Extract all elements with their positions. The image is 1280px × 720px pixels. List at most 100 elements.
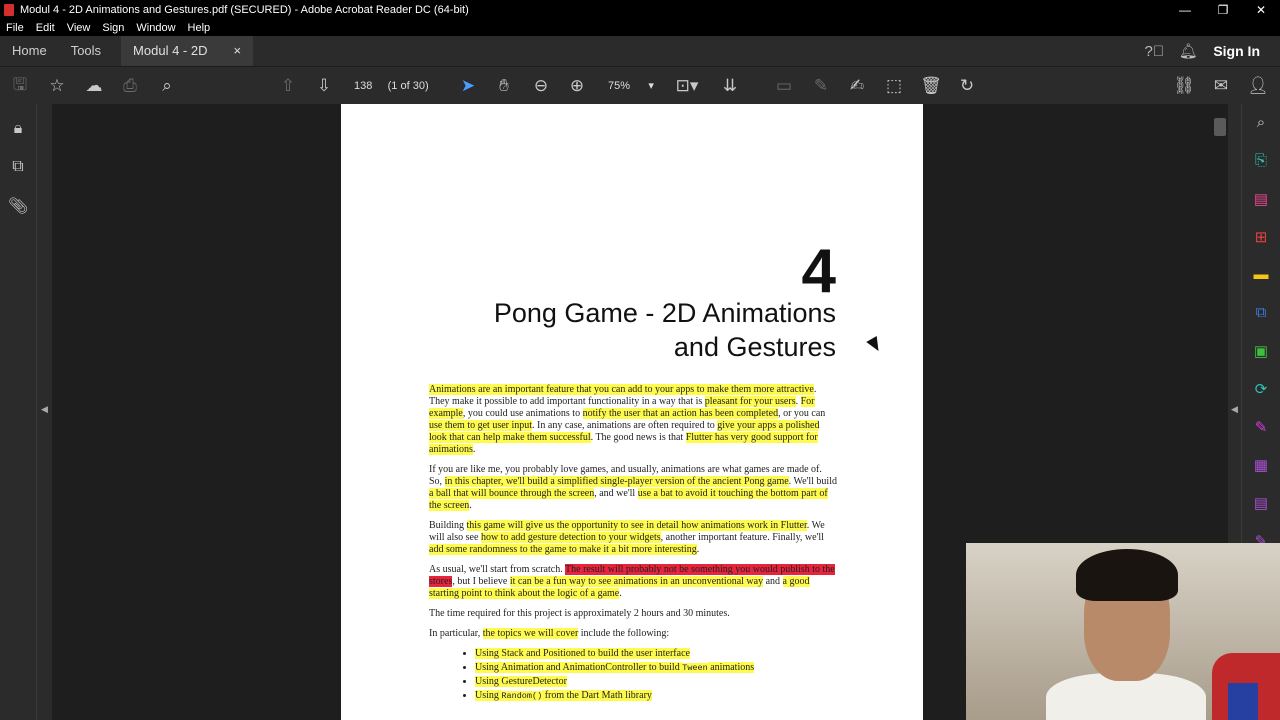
rotate-icon[interactable]: ↻ — [956, 67, 978, 105]
body-text: . The good news is that — [590, 432, 686, 443]
highlighted-text: a ball that will bounce through the scre… — [429, 488, 595, 499]
select-cursor-icon[interactable]: ➤ — [457, 67, 479, 105]
highlighted-text: use them to get user input — [429, 420, 533, 431]
page-number-field[interactable]: 138 (1 of 30) — [354, 67, 429, 105]
comment-note-icon[interactable]: ▭ — [773, 67, 795, 105]
menu-window[interactable]: Window — [136, 22, 175, 34]
body-text: In particular, — [429, 628, 483, 639]
page-number-value: 138 — [354, 80, 373, 92]
next-page-icon[interactable]: ⇩ — [313, 67, 335, 105]
body-text: and — [763, 576, 783, 587]
zoom-in-icon[interactable]: ⊕ — [566, 67, 588, 105]
body-text: . In any case, animations are often requ… — [532, 420, 718, 431]
tab-bar: Home Tools Modul 4 - 2D Anim... × ?⃝ 🔔︎ … — [0, 36, 1280, 88]
tab-document-label: Modul 4 - 2D Anim... — [133, 43, 208, 88]
print-icon[interactable]: ⎙ — [119, 67, 141, 105]
sign-in-button[interactable]: Sign In — [1213, 43, 1260, 59]
paragraph: Building this game will give us the oppo… — [429, 520, 837, 556]
draw-sign-icon[interactable]: ✍︎ — [846, 67, 868, 105]
menu-view[interactable]: View — [67, 22, 91, 34]
notification-bell-icon[interactable]: 🔔︎ — [1171, 42, 1205, 60]
expand-left-pane-icon[interactable]: ◀ — [41, 404, 48, 415]
webcam-blue-cloth — [1228, 683, 1258, 720]
organize-pages-icon[interactable]: ▤ — [1251, 190, 1271, 208]
previous-page-icon[interactable]: ⇧ — [277, 67, 299, 105]
close-window-button[interactable]: ✕ — [1242, 0, 1280, 20]
export-pdf-icon[interactable]: ⎘ — [1251, 152, 1271, 169]
paragraph: As usual, we'll start from scratch. The … — [429, 564, 837, 600]
scrollbar-thumb[interactable] — [1214, 118, 1226, 136]
page-of-label: (1 of 30) — [387, 80, 429, 92]
highlighted-text: animations — [707, 662, 755, 673]
send-icon[interactable]: ▦ — [1251, 456, 1271, 474]
hand-tool-icon[interactable]: ✋︎ — [493, 67, 515, 105]
body-text: , and we'll — [594, 488, 638, 499]
fill-sign-icon[interactable]: ✎ — [1251, 418, 1271, 436]
toolbar: 🖫 ☆ ☁ ⎙ ⌕ ⇧ ⇩ 138 (1 of 30) ➤ ✋︎ ⊖ ⊕ 75%… — [0, 66, 1280, 104]
create-pdf-icon[interactable]: ⊞ — [1251, 228, 1271, 246]
minimize-button[interactable]: — — [1166, 0, 1204, 20]
paragraph: The time required for this project is ap… — [429, 608, 730, 619]
export-icon[interactable]: ⟳ — [1251, 380, 1271, 398]
email-envelope-icon[interactable]: ✉ — [1210, 67, 1232, 105]
left-navigation-rail: 🔒︎ ⧉ 📎︎ — [0, 104, 36, 720]
body-text: . — [696, 544, 700, 555]
save-icon[interactable]: 🖫 — [10, 67, 30, 105]
pdf-page: 4 Pong Game - 2D Animations and Gestures… — [341, 104, 923, 720]
edit-pdf-icon[interactable]: ▣ — [1251, 342, 1271, 360]
menu-edit[interactable]: Edit — [36, 22, 55, 34]
combine-files-icon[interactable]: ⧉ — [1251, 304, 1271, 321]
collapse-right-pane-icon[interactable]: ◀ — [1231, 404, 1238, 415]
body-text: . We'll build — [788, 476, 837, 487]
menu-help[interactable]: Help — [188, 22, 211, 34]
body-text: . — [619, 588, 622, 599]
scroll-mode-icon[interactable]: ⇊ — [719, 67, 741, 105]
list-item: Using Random() from the Dart Math librar… — [475, 690, 837, 702]
upload-cloud-icon[interactable]: ☁ — [83, 67, 105, 105]
bookmark-star-icon[interactable]: ☆ — [46, 67, 68, 105]
list-item: Using GestureDetector — [475, 676, 837, 688]
pages-icon[interactable]: ⧉ — [8, 158, 28, 176]
tab-document[interactable]: Modul 4 - 2D Anim... × — [121, 36, 254, 88]
zoom-level-select[interactable]: 75% ▾ — [608, 67, 654, 105]
highlighted-text: Using Animation and AnimationController … — [475, 662, 683, 673]
highlighted-text: it can be a fun way to see animations in… — [509, 576, 764, 587]
highlighted-text: Animations are an important feature that… — [429, 384, 814, 395]
highlighted-text: in this chapter, we'll build a simplifie… — [444, 476, 789, 487]
zoom-level-value: 75% — [608, 80, 631, 92]
webcam-overlay — [966, 543, 1280, 720]
highlighted-text: notify the user that an action has been … — [582, 408, 779, 419]
highlighted-text: how to add gesture detection to your wid… — [480, 532, 661, 543]
body-text: . — [472, 444, 476, 455]
left-pane-collapse[interactable]: ◀ — [36, 104, 52, 720]
menu-file[interactable]: File — [6, 22, 24, 34]
tab-tools[interactable]: Tools — [59, 36, 113, 66]
maximize-button[interactable]: ❐ — [1204, 0, 1242, 20]
fit-page-icon[interactable]: ⊡▾ — [673, 67, 701, 105]
attachment-icon[interactable]: 📎︎ — [8, 196, 28, 216]
highlight-pen-icon[interactable]: ✎ — [810, 67, 832, 105]
paragraph: Animations are an important feature that… — [429, 384, 837, 456]
chapter-title-line1: Pong Game - 2D Animations — [493, 298, 836, 328]
fill-sign-icon[interactable]: ⬚ — [883, 67, 905, 105]
help-icon[interactable]: ?⃝ — [1137, 43, 1171, 60]
find-icon[interactable]: ⌕ — [156, 67, 178, 105]
menu-sign[interactable]: Sign — [102, 22, 124, 34]
search-icon[interactable]: ⌕ — [1251, 114, 1271, 131]
list-item: Using Animation and AnimationController … — [475, 662, 837, 674]
paragraph: If you are like me, you probably love ga… — [429, 464, 837, 512]
share-link-icon[interactable]: ⛓︎ — [1173, 67, 1195, 105]
delete-trash-icon[interactable]: 🗑︎ — [920, 67, 942, 105]
tab-close-icon[interactable]: × — [233, 36, 241, 66]
share-user-icon[interactable]: 👤︎ — [1247, 67, 1269, 105]
highlighted-text: the topics we will cover — [482, 628, 579, 639]
lock-icon[interactable]: 🔒︎ — [8, 120, 28, 138]
tab-bar-right: ?⃝ 🔔︎ Sign In — [1137, 36, 1280, 66]
zoom-out-icon[interactable]: ⊖ — [530, 67, 552, 105]
comment-icon[interactable]: ▬ — [1251, 266, 1271, 283]
body-text: , you could use animations to — [462, 408, 583, 419]
protect-icon[interactable]: ▤ — [1251, 494, 1271, 512]
body-text: , but I believe — [452, 576, 510, 587]
tab-home[interactable]: Home — [0, 36, 59, 66]
window-title: Modul 4 - 2D Animations and Gestures.pdf… — [20, 4, 469, 16]
